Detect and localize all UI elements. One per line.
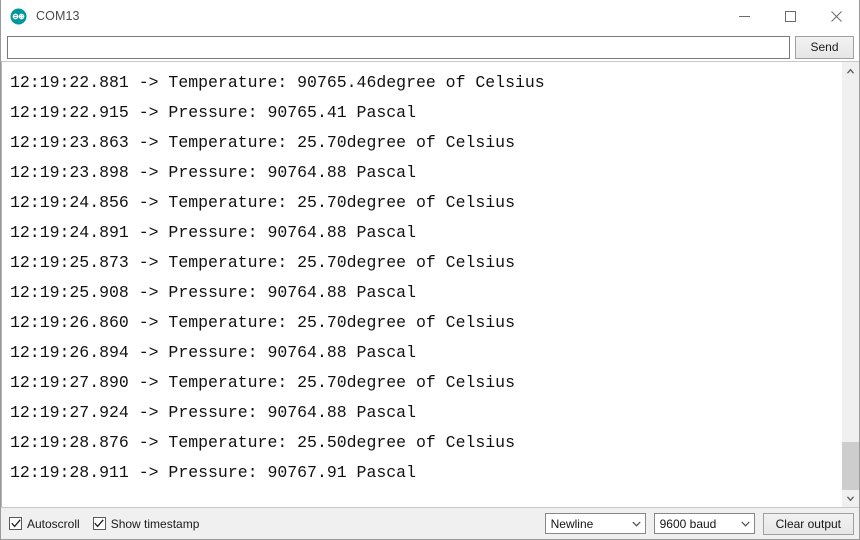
- log-line: 12:19:27.924 -> Pressure: 90764.88 Pasca…: [10, 403, 416, 422]
- scroll-up-button[interactable]: [842, 62, 859, 79]
- scroll-thumb[interactable]: [842, 442, 859, 490]
- send-button[interactable]: Send: [795, 35, 854, 59]
- close-button[interactable]: [813, 0, 859, 32]
- scroll-down-button[interactable]: [842, 490, 859, 507]
- log-line: 12:19:26.894 -> Pressure: 90764.88 Pasca…: [10, 343, 416, 362]
- log-line: 12:19:25.873 -> Temperature: 25.70degree…: [10, 253, 515, 272]
- title-bar-left: COM13: [1, 8, 80, 25]
- status-checkbox-group: Autoscroll Show timestamp: [9, 517, 199, 531]
- show-timestamp-checkbox[interactable]: Show timestamp: [92, 516, 200, 531]
- serial-monitor-window: COM13 Send 12:19:22.881 -> Temperature: …: [0, 0, 860, 540]
- log-line: 12:19:23.863 -> Temperature: 25.70degree…: [10, 133, 515, 152]
- vertical-scrollbar[interactable]: [841, 62, 859, 507]
- log-line: 12:19:28.876 -> Temperature: 25.50degree…: [10, 433, 515, 452]
- window-controls: [721, 0, 859, 32]
- log-line: 12:19:22.915 -> Pressure: 90765.41 Pasca…: [10, 103, 416, 122]
- maximize-button[interactable]: [767, 0, 813, 32]
- line-ending-select[interactable]: Newline: [544, 513, 646, 534]
- log-line: 12:19:23.898 -> Pressure: 90764.88 Pasca…: [10, 163, 416, 182]
- line-ending-value: Newline: [550, 516, 594, 531]
- log-line: 12:19:25.908 -> Pressure: 90764.88 Pasca…: [10, 283, 416, 302]
- console-area: 12:19:22.881 -> Temperature: 90765.46deg…: [1, 61, 859, 508]
- status-bar: Autoscroll Show timestamp Newline 9600 b…: [1, 508, 859, 539]
- log-line: 12:19:28.911 -> Pressure: 90767.91 Pasca…: [10, 463, 416, 482]
- checkmark-icon: [9, 517, 22, 530]
- scroll-track[interactable]: [842, 79, 859, 490]
- baud-rate-select[interactable]: 9600 baud: [653, 513, 755, 534]
- clear-output-button[interactable]: Clear output: [762, 512, 854, 535]
- window-title: COM13: [36, 9, 80, 23]
- log-line: 12:19:27.890 -> Temperature: 25.70degree…: [10, 373, 515, 392]
- chevron-down-icon: [737, 521, 754, 527]
- chevron-down-icon: [628, 521, 645, 527]
- autoscroll-label: Autoscroll: [27, 516, 80, 531]
- show-timestamp-label: Show timestamp: [110, 516, 200, 531]
- autoscroll-checkbox[interactable]: Autoscroll: [9, 517, 80, 531]
- baud-rate-value: 9600 baud: [659, 516, 717, 531]
- serial-output[interactable]: 12:19:22.881 -> Temperature: 90765.46deg…: [1, 62, 841, 507]
- title-bar: COM13: [1, 0, 859, 33]
- send-row: Send: [1, 33, 859, 61]
- arduino-logo-icon: [10, 8, 27, 25]
- log-line: 12:19:24.891 -> Pressure: 90764.88 Pasca…: [10, 223, 416, 242]
- serial-send-input[interactable]: [7, 35, 790, 59]
- log-line: 12:19:24.856 -> Temperature: 25.70degree…: [10, 193, 515, 212]
- log-line: 12:19:26.860 -> Temperature: 25.70degree…: [10, 313, 515, 332]
- minimize-button[interactable]: [721, 0, 767, 32]
- checkmark-icon: [92, 517, 106, 530]
- log-line: 12:19:22.881 -> Temperature: 90765.46deg…: [10, 73, 545, 92]
